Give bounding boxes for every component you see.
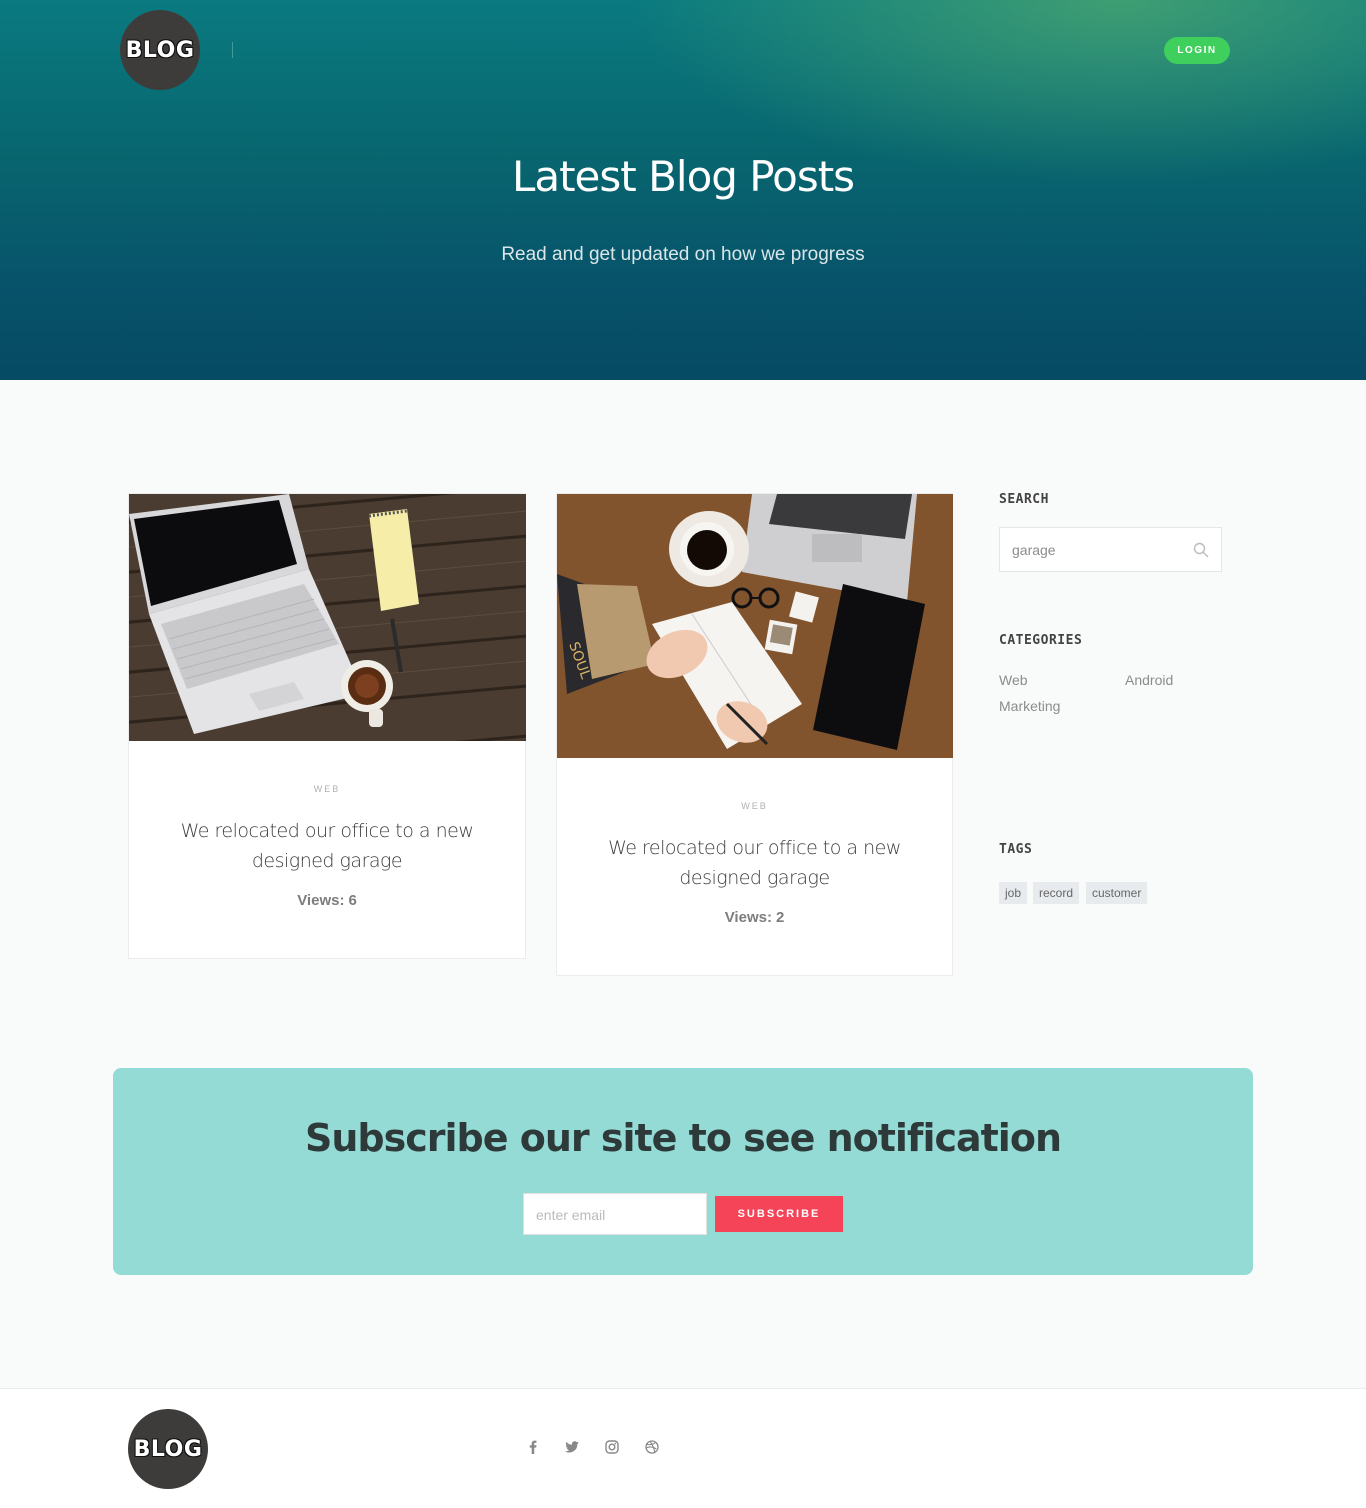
category-link-android[interactable]: Android bbox=[1125, 672, 1173, 688]
post-views: Views: 6 bbox=[129, 892, 525, 909]
facebook-icon[interactable] bbox=[525, 1439, 541, 1455]
tag-record[interactable]: record bbox=[1033, 882, 1080, 904]
post-image-laptop-desk[interactable] bbox=[129, 494, 526, 741]
blog-post-card[interactable]: WEB We relocated our office to a new des… bbox=[128, 493, 526, 959]
page-subtitle: Read and get updated on how we progress bbox=[501, 244, 865, 265]
post-image-desk-notebook[interactable]: SOUL bbox=[557, 494, 953, 758]
login-button[interactable]: LOGIN bbox=[1164, 37, 1230, 64]
categories-heading: CATEGORIES bbox=[999, 633, 1083, 648]
dribbble-icon[interactable] bbox=[644, 1439, 660, 1455]
page-title: Latest Blog Posts bbox=[511, 152, 855, 201]
blog-post-card[interactable]: SOUL WEB We relocated our office to a ne… bbox=[556, 493, 953, 976]
search-heading: SEARCH bbox=[999, 492, 1049, 507]
post-category[interactable]: WEB bbox=[557, 801, 952, 811]
category-link-marketing[interactable]: Marketing bbox=[999, 698, 1060, 714]
post-title[interactable]: We relocated our office to a new designe… bbox=[149, 816, 505, 876]
views-label: Views: bbox=[297, 892, 345, 909]
search-input[interactable] bbox=[1012, 540, 1182, 560]
category-link-web[interactable]: Web bbox=[999, 672, 1028, 688]
post-views: Views: 2 bbox=[557, 909, 952, 926]
tags-heading: TAGS bbox=[999, 842, 1033, 857]
search-icon[interactable] bbox=[1193, 542, 1209, 558]
subscribe-banner: Subscribe our site to see notification S… bbox=[113, 1068, 1253, 1275]
subscribe-title: Subscribe our site to see notification bbox=[305, 1116, 1062, 1160]
logo-text: BLOG bbox=[125, 37, 195, 63]
views-label: Views: bbox=[724, 909, 772, 926]
views-count: 6 bbox=[348, 892, 357, 909]
post-title[interactable]: We relocated our office to a new designe… bbox=[577, 833, 932, 893]
site-logo[interactable]: BLOG bbox=[120, 10, 200, 90]
nav-divider bbox=[232, 42, 233, 58]
subscribe-button[interactable]: SUBSCRIBE bbox=[715, 1196, 843, 1232]
site-footer: BLOG bbox=[0, 1388, 1366, 1508]
email-field-wrapper[interactable] bbox=[523, 1193, 707, 1235]
twitter-icon[interactable] bbox=[564, 1439, 580, 1455]
tag-customer[interactable]: customer bbox=[1086, 882, 1148, 904]
email-field[interactable] bbox=[536, 1204, 696, 1226]
footer-logo-text: BLOG bbox=[133, 1436, 203, 1462]
instagram-icon[interactable] bbox=[604, 1439, 620, 1455]
views-count: 2 bbox=[775, 909, 785, 926]
post-category[interactable]: WEB bbox=[129, 784, 525, 794]
search-box[interactable] bbox=[999, 527, 1222, 572]
hero-header: BLOG LOGIN Latest Blog Posts Read and ge… bbox=[0, 0, 1366, 380]
tag-job[interactable]: job bbox=[999, 882, 1028, 904]
footer-logo[interactable]: BLOG bbox=[128, 1409, 208, 1489]
